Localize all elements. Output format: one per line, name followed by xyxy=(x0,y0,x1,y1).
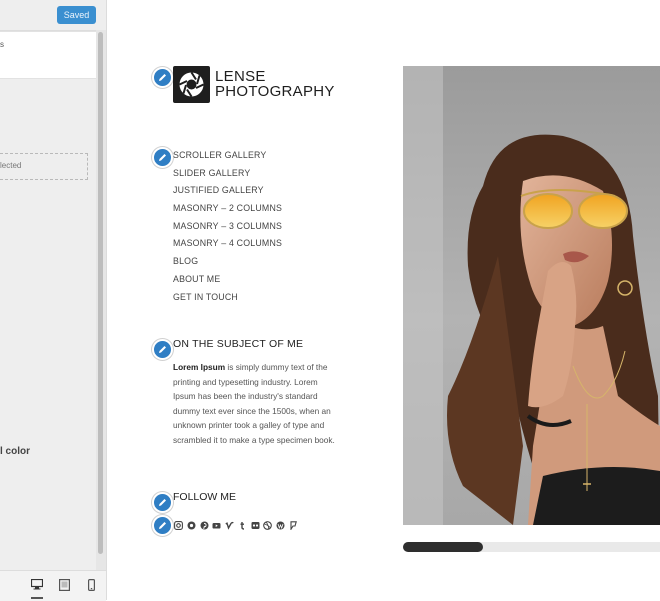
customizer-panel: Saved s lected l color xyxy=(0,0,107,601)
saved-button[interactable]: Saved xyxy=(57,6,96,24)
edit-menu-icon[interactable] xyxy=(152,147,173,168)
about-text-bold: Lorem Ipsum xyxy=(173,362,226,372)
menu-item-scroller-gallery[interactable]: SCROLLER GALLERY xyxy=(173,148,282,166)
desktop-icon[interactable] xyxy=(31,579,43,599)
panel-header: Saved xyxy=(0,0,106,31)
site-title[interactable]: LENSE PHOTOGRAPHY xyxy=(215,69,335,99)
main-menu: SCROLLER GALLERY SLIDER GALLERY JUSTIFIE… xyxy=(173,148,282,307)
menu-item-justified-gallery[interactable]: JUSTIFIED GALLERY xyxy=(173,183,282,201)
wordpress-icon[interactable] xyxy=(276,517,285,530)
section-box-label: s xyxy=(0,40,4,49)
mobile-icon[interactable] xyxy=(88,579,100,591)
dribbble-icon[interactable] xyxy=(263,517,273,530)
social-links xyxy=(174,517,297,532)
follow-heading: FOLLOW ME xyxy=(173,491,237,503)
color-setting-label: l color xyxy=(0,446,31,457)
section-box[interactable]: s xyxy=(0,31,97,79)
youtube-icon[interactable] xyxy=(212,517,221,529)
dropzone-label: lected xyxy=(0,161,22,170)
vimeo-icon[interactable] xyxy=(225,517,234,530)
featured-photo[interactable] xyxy=(403,66,660,525)
site-title-line2: PHOTOGRAPHY xyxy=(215,83,335,100)
slider-progress-fill[interactable] xyxy=(403,542,483,552)
menu-item-masonry-3[interactable]: MASONRY – 3 COLUMNS xyxy=(173,219,282,237)
instagram-icon[interactable] xyxy=(174,517,183,530)
menu-item-about-me[interactable]: ABOUT ME xyxy=(173,272,282,290)
foursquare-icon[interactable] xyxy=(289,517,297,532)
circle-icon[interactable] xyxy=(187,517,196,530)
edit-follow-icon[interactable] xyxy=(152,492,173,513)
edit-logo-icon[interactable] xyxy=(152,67,173,88)
tumblr-icon[interactable] xyxy=(238,517,246,530)
pinterest-icon[interactable] xyxy=(200,517,209,530)
menu-item-slider-gallery[interactable]: SLIDER GALLERY xyxy=(173,166,282,184)
device-preview-bar xyxy=(0,570,106,601)
tablet-icon[interactable] xyxy=(59,579,71,591)
site-title-line1: LENSE xyxy=(215,68,266,85)
edit-social-icon[interactable] xyxy=(152,515,173,536)
about-text: Lorem Ipsum is simply dummy text of the … xyxy=(173,360,338,448)
menu-item-blog[interactable]: BLOG xyxy=(173,254,282,272)
menu-item-masonry-4[interactable]: MASONRY – 4 COLUMNS xyxy=(173,236,282,254)
logo[interactable] xyxy=(173,66,210,103)
about-heading: ON THE SUBJECT OF ME xyxy=(173,338,304,350)
dashed-dropzone[interactable]: lected xyxy=(0,153,88,180)
about-text-body: is simply dummy text of the printing and… xyxy=(173,362,335,445)
panel-scrollbar[interactable] xyxy=(98,32,103,554)
edit-about-icon[interactable] xyxy=(152,339,173,360)
menu-item-get-in-touch[interactable]: GET IN TOUCH xyxy=(173,290,282,308)
menu-item-masonry-2[interactable]: MASONRY – 2 COLUMNS xyxy=(173,201,282,219)
flickr-icon[interactable] xyxy=(251,517,260,529)
